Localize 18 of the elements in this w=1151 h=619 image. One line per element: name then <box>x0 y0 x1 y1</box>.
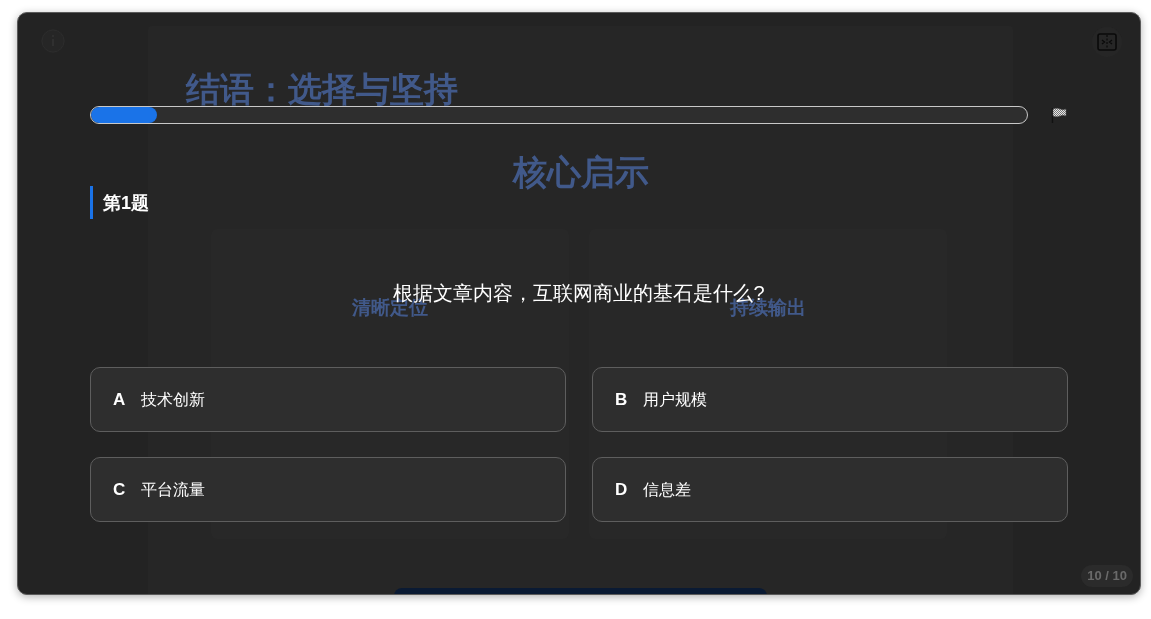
option-text: 技术创新 <box>141 389 205 410</box>
option-text: 用户规模 <box>643 389 707 410</box>
checkered-flag-icon <box>1051 107 1067 123</box>
option-letter: D <box>615 478 629 501</box>
option-letter: B <box>615 388 629 411</box>
option-text: 平台流量 <box>141 479 205 500</box>
accent-bar <box>90 186 93 219</box>
answer-option[interactable]: A 技术创新 <box>90 367 566 432</box>
answer-option[interactable]: B 用户规模 <box>592 367 1068 432</box>
option-letter: A <box>113 388 127 411</box>
slide-heading: 核心启示 <box>512 152 649 192</box>
option-letter: C <box>113 478 127 501</box>
option-text: 信息差 <box>643 479 691 500</box>
question-number: 第1题 <box>103 191 149 215</box>
answer-option[interactable]: D 信息差 <box>592 457 1068 522</box>
page-counter: 10 / 10 <box>1081 565 1133 587</box>
slide-title: 结语：选择与坚持 <box>186 70 458 108</box>
answer-option[interactable]: C 平台流量 <box>90 457 566 522</box>
